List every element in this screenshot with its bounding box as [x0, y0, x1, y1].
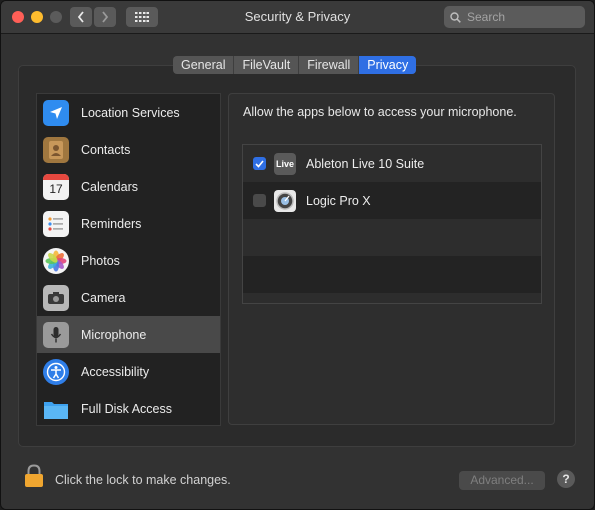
- search-field[interactable]: [444, 6, 585, 28]
- category-label: Location Services: [81, 105, 180, 120]
- app-name: Ableton Live 10 Suite: [306, 156, 425, 171]
- category-label: Camera: [81, 290, 126, 305]
- photos-flower-icon: [43, 247, 69, 274]
- chevron-left-icon: [77, 11, 84, 23]
- tab-filevault[interactable]: FileVault: [234, 56, 300, 74]
- contacts-book-icon: [43, 136, 69, 163]
- category-label: Photos: [81, 253, 120, 268]
- category-microphone[interactable]: Microphone: [37, 316, 220, 353]
- ableton-live-icon: Live: [274, 152, 296, 175]
- category-label: Microphone: [81, 327, 147, 342]
- tab-bar: General FileVault Firewall Privacy: [173, 56, 417, 74]
- app-name: Logic Pro X: [306, 193, 371, 208]
- category-label: Reminders: [81, 216, 142, 231]
- show-all-button[interactable]: [126, 7, 158, 27]
- category-accessibility[interactable]: Accessibility: [37, 353, 220, 390]
- tab-general[interactable]: General: [173, 56, 235, 74]
- category-camera[interactable]: Camera: [37, 279, 220, 316]
- category-contacts[interactable]: Contacts: [37, 131, 220, 168]
- empty-row: [243, 219, 541, 256]
- help-button[interactable]: ?: [557, 470, 575, 488]
- search-input[interactable]: [465, 9, 579, 25]
- app-checkbox-checked[interactable]: [253, 157, 266, 170]
- app-permission-list[interactable]: Live Ableton Live 10 Suite Logic Pro X: [242, 144, 542, 304]
- category-label: Accessibility: [81, 364, 150, 379]
- close-window-button[interactable]: [12, 11, 24, 23]
- app-row-logic-pro[interactable]: Logic Pro X: [243, 182, 541, 219]
- camera-icon: [43, 284, 69, 311]
- accessibility-icon: [43, 358, 69, 385]
- location-arrow-icon: [43, 99, 69, 126]
- minimize-window-button[interactable]: [31, 11, 43, 23]
- chevron-right-icon: [102, 11, 109, 23]
- empty-row: [243, 256, 541, 293]
- privacy-category-list[interactable]: Location Services Contacts 17 Calendars: [36, 93, 221, 426]
- advanced-button[interactable]: Advanced...: [459, 471, 545, 490]
- tab-privacy[interactable]: Privacy: [359, 56, 417, 74]
- app-row-ableton[interactable]: Live Ableton Live 10 Suite: [243, 145, 541, 182]
- lock-icon[interactable]: [24, 464, 44, 493]
- calendar-day-label: 17: [49, 181, 63, 196]
- tab-firewall[interactable]: Firewall: [299, 56, 360, 74]
- category-location-services[interactable]: Location Services: [37, 94, 220, 131]
- search-icon: [450, 11, 461, 23]
- permission-description: Allow the apps below to access your micr…: [243, 105, 517, 119]
- category-full-disk-access[interactable]: Full Disk Access: [37, 390, 220, 425]
- folder-icon: [43, 396, 69, 422]
- category-photos[interactable]: Photos: [37, 242, 220, 279]
- calendar-icon: 17: [43, 173, 69, 200]
- category-label: Contacts: [81, 142, 131, 157]
- checkmark-icon: [255, 159, 264, 168]
- back-button[interactable]: [70, 7, 92, 27]
- app-checkbox-unchecked[interactable]: [253, 194, 266, 207]
- zoom-window-button[interactable]: [50, 11, 62, 23]
- system-preferences-window: Security & Privacy General FileVault Fir…: [0, 0, 595, 510]
- lock-message: Click the lock to make changes.: [55, 473, 231, 487]
- reminders-list-icon: [43, 210, 69, 237]
- forward-button[interactable]: [94, 7, 116, 27]
- grid-icon: [135, 12, 149, 22]
- ableton-icon-label: Live: [275, 158, 294, 169]
- category-calendars[interactable]: 17 Calendars: [37, 168, 220, 205]
- title-bar: Security & Privacy: [1, 1, 594, 34]
- empty-row: [243, 293, 541, 303]
- logic-pro-icon: [274, 189, 296, 212]
- category-label: Calendars: [81, 179, 138, 194]
- microphone-icon: [43, 321, 69, 348]
- category-label: Full Disk Access: [81, 401, 172, 416]
- navigation-buttons: [70, 7, 116, 27]
- category-reminders[interactable]: Reminders: [37, 205, 220, 242]
